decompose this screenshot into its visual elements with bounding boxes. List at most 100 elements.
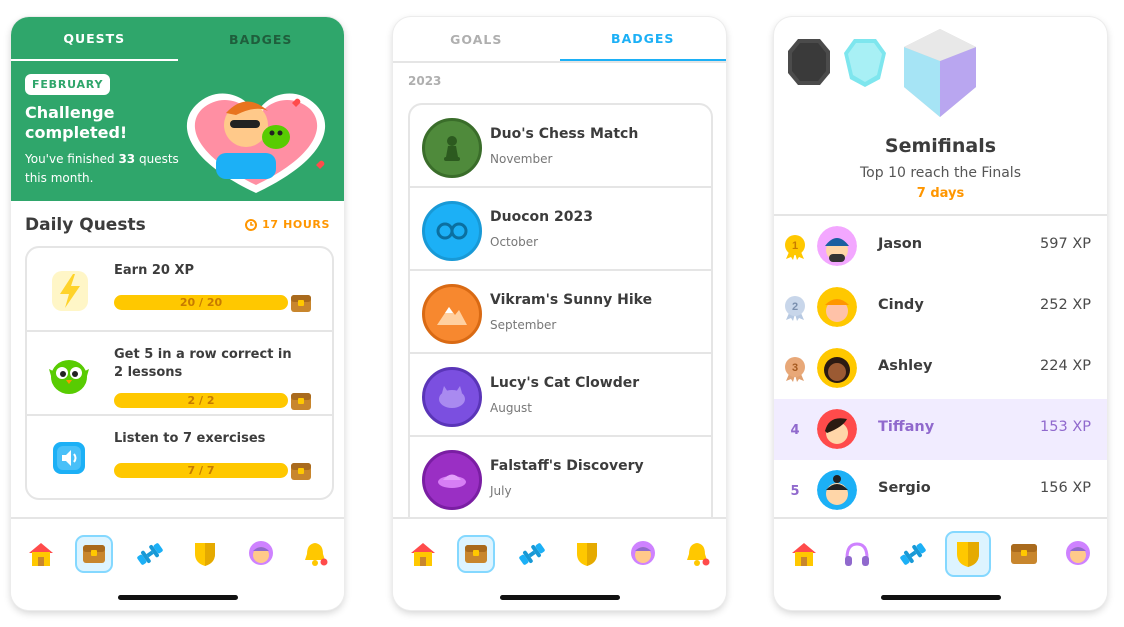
leader-name: Jason xyxy=(878,236,923,252)
lightning-icon xyxy=(39,262,99,318)
dumbbell-icon[interactable] xyxy=(131,535,169,573)
quest-row[interactable]: Get 5 in a row correct in 2 lessons 2 / … xyxy=(27,332,332,416)
challenge-subtitle: You've finished 33 quests this month. xyxy=(25,152,179,185)
badge-month: July xyxy=(490,484,512,498)
cat-badge-icon xyxy=(422,367,482,427)
chest-icon[interactable] xyxy=(290,460,312,482)
leader-xp: 153 XP xyxy=(1040,419,1091,435)
dumbbell-icon[interactable] xyxy=(513,535,551,573)
home-icon[interactable] xyxy=(22,535,60,573)
svg-text:2: 2 xyxy=(792,301,798,313)
avatar xyxy=(817,348,857,388)
home-indicator xyxy=(118,595,238,600)
badge-name: Duocon 2023 xyxy=(490,209,593,225)
bell-icon[interactable] xyxy=(678,535,716,573)
leader-name: Sergio xyxy=(878,480,931,496)
avatar xyxy=(817,226,857,266)
avatar xyxy=(817,409,857,449)
quests-chest-icon[interactable] xyxy=(457,535,495,573)
quest-label: Earn 20 XP xyxy=(114,263,195,278)
quests-chest-icon[interactable] xyxy=(1005,535,1043,573)
tab-badges[interactable]: BADGES xyxy=(559,17,726,61)
leaderboard-row-current-user[interactable]: 4 Tiffany 153 XP xyxy=(774,399,1107,460)
home-icon[interactable] xyxy=(785,535,823,573)
hike-badge-icon xyxy=(422,284,482,344)
tab-quests[interactable]: QUESTS xyxy=(11,17,178,61)
shield-icon[interactable] xyxy=(186,535,224,573)
leader-name: Cindy xyxy=(878,297,924,313)
obsidian-league-icon xyxy=(788,39,830,85)
profile-icon[interactable] xyxy=(1059,535,1097,573)
badge-row[interactable]: Lucy's Cat Clowder August xyxy=(410,354,711,437)
leader-xp: 224 XP xyxy=(1040,358,1091,374)
leader-name: Ashley xyxy=(878,358,933,374)
league-title: Semifinals xyxy=(884,135,997,157)
badge-row[interactable]: Duocon 2023 October xyxy=(410,188,711,271)
leader-xp: 597 XP xyxy=(1040,236,1091,252)
tab-badges[interactable]: BADGES xyxy=(178,17,345,61)
year-header: 2023 xyxy=(408,74,442,88)
badge-month: August xyxy=(490,401,532,415)
badge-row[interactable]: Vikram's Sunny Hike September xyxy=(410,271,711,354)
badges-list: Duo's Chess Match November Duocon 2023 O… xyxy=(408,103,713,547)
clock-icon xyxy=(245,218,258,231)
quest-progress-bar: 20 / 20 xyxy=(114,295,288,310)
leaderboard-row[interactable]: 5 Sergio 156 XP xyxy=(774,460,1107,521)
quest-progress-bar: 7 / 7 xyxy=(114,463,288,478)
profile-icon[interactable] xyxy=(242,535,280,573)
quest-progress-bar: 2 / 2 xyxy=(114,393,288,408)
tab-goals[interactable]: GOALS xyxy=(393,17,560,61)
badge-month: November xyxy=(490,152,553,166)
chest-icon[interactable] xyxy=(290,390,312,412)
home-indicator xyxy=(881,595,1001,600)
speaker-icon xyxy=(39,430,99,486)
leaderboard-row[interactable]: 2 Cindy 252 XP xyxy=(774,277,1107,338)
badge-name: Falstaff's Discovery xyxy=(490,458,644,474)
svg-text:3: 3 xyxy=(792,362,798,374)
discovery-badge-icon xyxy=(422,450,482,510)
bell-icon[interactable] xyxy=(296,535,334,573)
profile-icon[interactable] xyxy=(624,535,662,573)
leader-xp: 156 XP xyxy=(1040,480,1091,496)
daily-quests-title: Daily Quests xyxy=(25,215,146,235)
badge-name: Duo's Chess Match xyxy=(490,126,639,142)
owl-icon xyxy=(39,346,99,402)
daily-quests-card: Earn 20 XP 20 / 20 Get 5 in a row correc… xyxy=(25,246,334,500)
shield-icon[interactable] xyxy=(945,531,991,577)
leaderboard-row[interactable]: 3 Ashley 224 XP xyxy=(774,338,1107,399)
quest-row[interactable]: Earn 20 XP 20 / 20 xyxy=(27,248,332,332)
challenge-illustration xyxy=(186,93,326,193)
quest-label: Listen to 7 exercises xyxy=(114,431,266,446)
diamond-league-icon xyxy=(844,39,886,87)
badge-name: Lucy's Cat Clowder xyxy=(490,375,640,391)
badge-row[interactable]: Duo's Chess Match November xyxy=(410,105,711,188)
dumbbell-icon[interactable] xyxy=(894,535,932,573)
leader-name: Tiffany xyxy=(878,419,935,435)
quest-label: Get 5 in a row correct in 2 lessons xyxy=(114,347,292,380)
leaderboard-row[interactable]: 1 Jason 597 XP xyxy=(774,216,1107,277)
league-days-left: 7 days xyxy=(916,186,965,201)
league-subtitle: Top 10 reach the Finals xyxy=(860,165,1021,181)
month-badge: FEBRUARY xyxy=(25,74,111,95)
quests-chest-icon[interactable] xyxy=(75,535,113,573)
shield-icon[interactable] xyxy=(568,535,606,573)
leader-xp: 252 XP xyxy=(1040,297,1091,313)
challenge-title: Challenge completed! xyxy=(25,103,128,142)
quest-row[interactable]: Listen to 7 exercises 7 / 7 xyxy=(27,416,332,498)
bronze-medal-icon: 3 xyxy=(782,356,808,382)
badge-row[interactable]: Falstaff's Discovery July xyxy=(410,437,711,520)
badges-screen: GOALS BADGES 2023 Duo's Chess Match Nove… xyxy=(393,17,726,610)
avatar xyxy=(817,287,857,327)
avatar xyxy=(817,470,857,510)
badge-month: October xyxy=(490,235,539,249)
semifinals-league-icon xyxy=(904,29,976,117)
chess-badge-icon xyxy=(422,118,482,178)
quest-count: 33 xyxy=(118,152,136,166)
headphones-icon[interactable] xyxy=(838,535,876,573)
badge-name: Vikram's Sunny Hike xyxy=(490,292,653,308)
quests-tabs: QUESTS BADGES xyxy=(11,17,344,61)
chest-icon[interactable] xyxy=(290,292,312,314)
badge-month: September xyxy=(490,318,557,332)
home-icon[interactable] xyxy=(404,535,442,573)
leaderboard-screen: Semifinals Top 10 reach the Finals 7 day… xyxy=(774,17,1107,610)
